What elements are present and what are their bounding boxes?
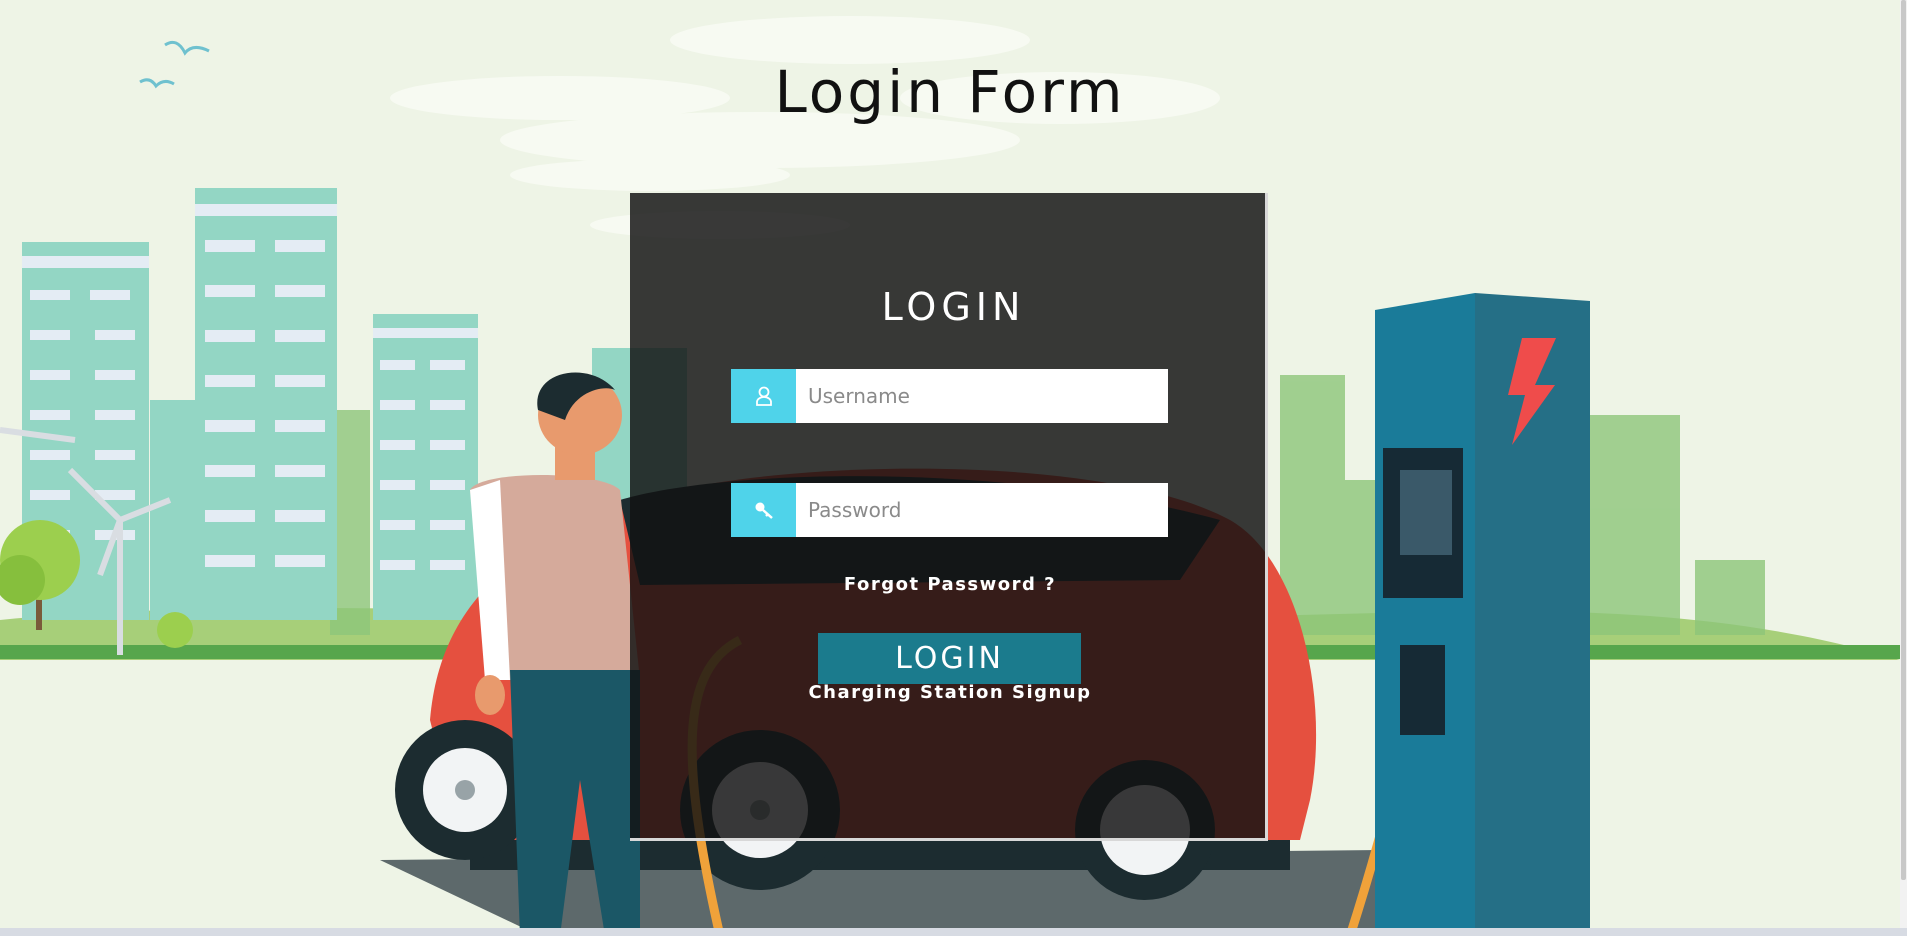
scrollbar-thumb[interactable] <box>1901 0 1906 880</box>
forgot-password-link[interactable]: Forgot Password ? <box>0 574 1900 595</box>
charging-station-signup-link[interactable]: Charging Station Signup <box>0 682 1900 703</box>
page-title: Login Form <box>774 58 1126 126</box>
password-field-group <box>731 483 1168 537</box>
login-button[interactable]: LOGIN <box>818 633 1081 684</box>
charging-station-illustration <box>1375 293 1590 936</box>
username-field-group <box>731 369 1168 423</box>
login-heading: LOGIN <box>881 285 1026 329</box>
password-input[interactable] <box>796 483 1168 537</box>
key-icon <box>731 483 796 537</box>
vertical-scrollbar[interactable] <box>1900 0 1907 936</box>
window-bottom-edge <box>0 928 1907 936</box>
user-icon <box>731 369 796 423</box>
username-input[interactable] <box>796 369 1168 423</box>
